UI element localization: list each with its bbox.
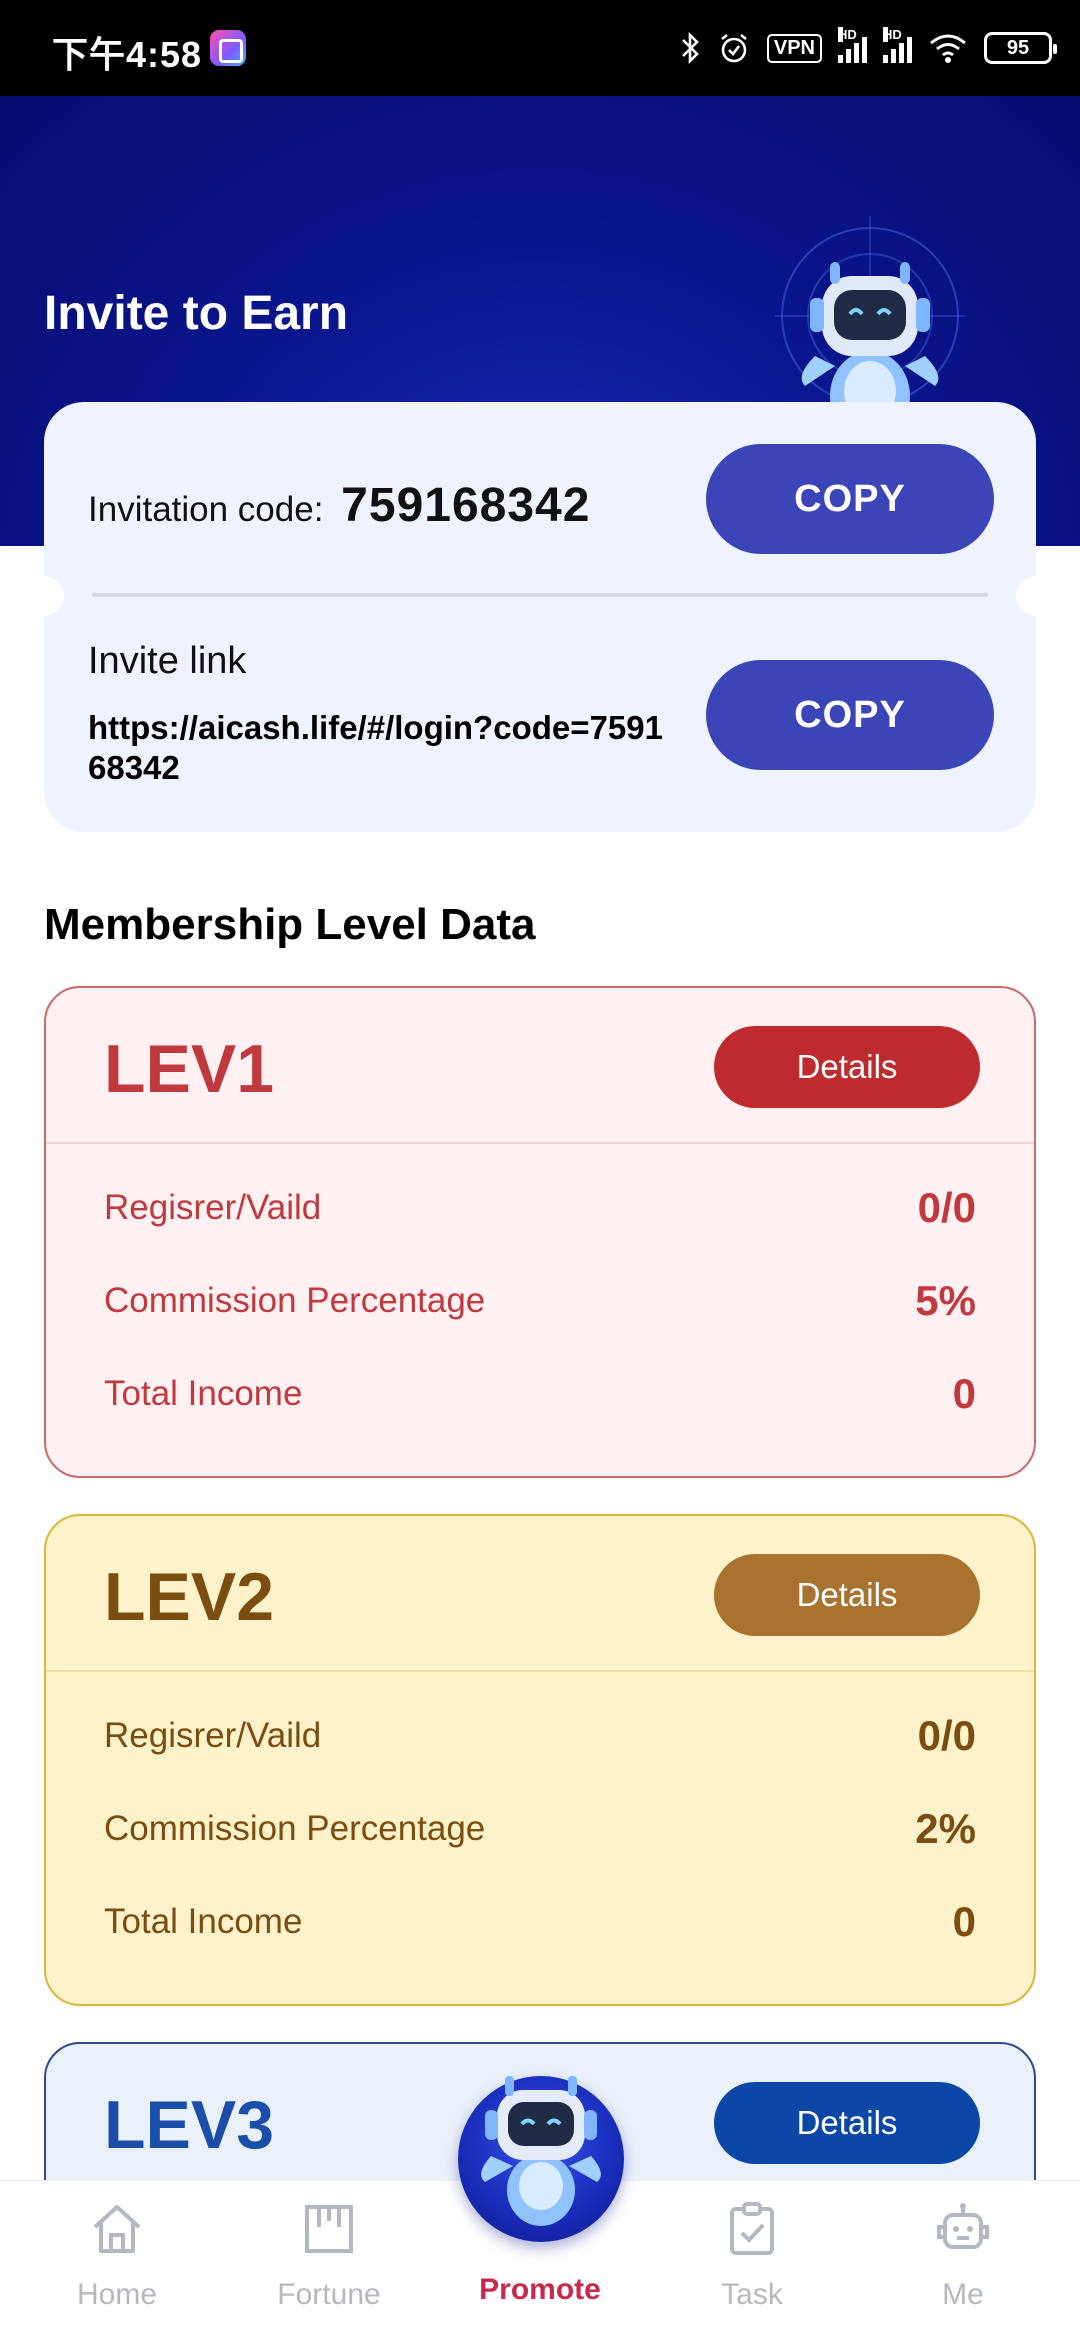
stat-value: 5% xyxy=(915,1277,976,1324)
nav-label: Me xyxy=(942,2278,984,2311)
copy-link-button[interactable]: COPY xyxy=(706,660,994,770)
stat-label: Regisrer/Vaild xyxy=(104,1188,322,1227)
nav-item-fortune[interactable]: Fortune xyxy=(229,2199,429,2312)
level-stat-row: Commission Percentage 2% xyxy=(104,1799,976,1859)
status-icons: VPN HD HD 95 xyxy=(679,24,1057,72)
level-card-lev1: LEV1 Details Regisrer/Vaild 0/0 Commissi… xyxy=(44,986,1036,1478)
level-stat-row: Regisrer/Vaild 0/0 xyxy=(104,1706,976,1766)
details-button-lev2[interactable]: Details xyxy=(714,1554,980,1636)
ticket-notch-left xyxy=(24,576,64,616)
level-stat-row: Regisrer/Vaild 0/0 xyxy=(104,1178,976,1238)
invite-link-label: Invite link xyxy=(88,640,247,682)
home-icon xyxy=(93,2205,141,2253)
fortune-icon xyxy=(305,2205,353,2253)
level-card-header: LEV2 Details xyxy=(46,1516,1034,1672)
invite-card: Invitation code: 759168342 COPY Invite l… xyxy=(24,402,1056,832)
nav-item-home[interactable]: Home xyxy=(17,2199,217,2312)
stat-label: Total Income xyxy=(104,1374,303,1413)
invitation-code-value: 759168342 xyxy=(341,479,591,532)
nav-label: Fortune xyxy=(277,2278,381,2311)
invite-link-value: https://aicash.life/#/login?code=7591683… xyxy=(88,709,663,786)
invitation-code-row: Invitation code: 759168342 xyxy=(88,478,590,533)
page-title: Invite to Earn xyxy=(44,287,349,340)
details-button-lev3[interactable]: Details xyxy=(714,2082,980,2164)
level-card-header: LEV1 Details xyxy=(46,988,1034,1144)
divider xyxy=(92,593,988,597)
nav-label: Promote xyxy=(479,2273,601,2306)
stat-value: 0 xyxy=(952,1898,976,1945)
vpn-icon: VPN xyxy=(766,33,822,63)
stat-value: 0 xyxy=(952,1370,976,1417)
details-button-lev1[interactable]: Details xyxy=(714,1026,980,1108)
stat-label: Total Income xyxy=(104,1902,303,1941)
nav-label: Task xyxy=(721,2278,783,2311)
level-stat-row: Total Income 0 xyxy=(104,1364,976,1424)
ticket-notch-right xyxy=(1016,576,1056,616)
level-stat-row: Commission Percentage 5% xyxy=(104,1271,976,1331)
stat-value: 0/0 xyxy=(917,1712,976,1759)
app-notification-icon xyxy=(210,30,246,66)
wifi-icon xyxy=(930,34,966,63)
stat-label: Commission Percentage xyxy=(104,1281,486,1320)
stat-label: Commission Percentage xyxy=(104,1809,486,1848)
level-name: LEV2 xyxy=(104,1559,275,1635)
battery-icon: 95 xyxy=(984,32,1057,64)
status-time: 下午4:58 xyxy=(52,34,203,75)
stat-value: 0/0 xyxy=(917,1184,976,1231)
task-clipboard-icon xyxy=(730,2202,774,2255)
stat-label: Regisrer/Vaild xyxy=(104,1716,322,1755)
nav-item-task[interactable]: Task xyxy=(652,2199,852,2312)
nav-item-me[interactable]: Me xyxy=(863,2199,1063,2312)
level-stat-row: Total Income 0 xyxy=(104,1892,976,1952)
bluetooth-icon xyxy=(681,31,699,65)
robot-me-icon xyxy=(937,2203,989,2249)
membership-section-title: Membership Level Data xyxy=(44,900,536,949)
alarm-icon xyxy=(721,33,747,63)
nav-label: Home xyxy=(76,2278,158,2311)
copy-code-button[interactable]: COPY xyxy=(706,444,994,554)
level-name: LEV3 xyxy=(104,2087,275,2163)
robot-icon xyxy=(481,2076,601,2226)
signal-icon-2: HD xyxy=(883,27,912,63)
level-card-lev2: LEV2 Details Regisrer/Vaild 0/0 Commissi… xyxy=(44,1514,1036,2006)
status-bar: 下午4:58 VPN HD HD 95 xyxy=(0,0,1080,96)
signal-icon-1: HD xyxy=(838,27,867,63)
invitation-code-label: Invitation code: xyxy=(88,490,324,529)
stat-value: 2% xyxy=(915,1805,976,1852)
level-name: LEV1 xyxy=(104,1031,275,1107)
